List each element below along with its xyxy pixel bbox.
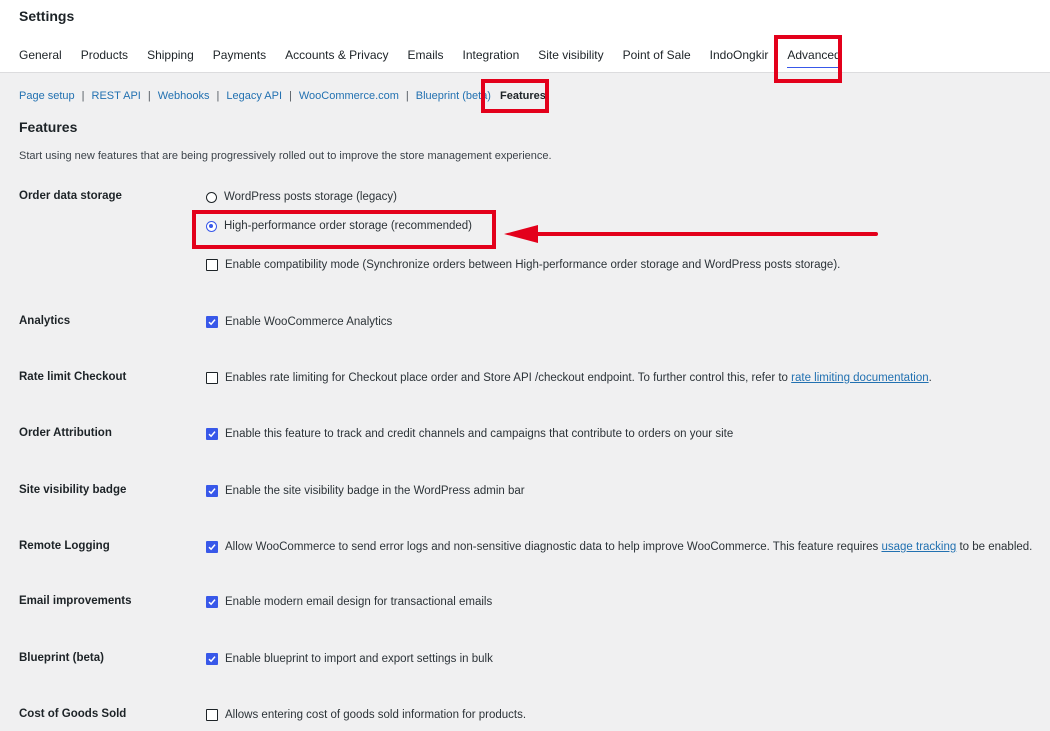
tab-shipping[interactable]: Shipping [147, 48, 194, 68]
check-icon [208, 488, 216, 495]
subnav-blueprint[interactable]: Blueprint (beta) [416, 90, 491, 102]
site-visibility-badge-label: Site visibility badge [19, 484, 127, 496]
page-title: Settings [19, 8, 75, 24]
subnav-legacy-api[interactable]: Legacy API [226, 90, 282, 102]
tab-products[interactable]: Products [81, 48, 128, 68]
option-cogs-label: Allows entering cost of goods sold infor… [225, 709, 527, 721]
option-posts-storage[interactable]: WordPress posts storage (legacy) [206, 191, 397, 203]
check-icon [208, 599, 216, 606]
check-icon [208, 319, 216, 326]
checkbox-rate-limit[interactable] [206, 372, 218, 384]
advanced-subnav: Page setup | REST API | Webhooks | Legac… [19, 90, 546, 102]
checkbox-site-visibility-badge[interactable] [206, 485, 218, 497]
option-hpos[interactable]: High-performance order storage (recommen… [206, 220, 472, 232]
tab-payments[interactable]: Payments [213, 48, 266, 68]
subnav-rest-api[interactable]: REST API [92, 90, 141, 102]
subnav-features-current: Features [499, 90, 546, 102]
option-blueprint[interactable]: Enable blueprint to import and export se… [206, 653, 493, 665]
blueprint-label: Blueprint (beta) [19, 652, 104, 664]
check-icon [208, 656, 216, 663]
cogs-label: Cost of Goods Sold [19, 708, 127, 720]
option-site-visibility-badge[interactable]: Enable the site visibility badge in the … [206, 485, 525, 497]
option-posts-storage-label: WordPress posts storage (legacy) [224, 191, 397, 203]
rate-limit-label: Rate limit Checkout [19, 371, 127, 383]
subnav-separator: | [147, 90, 151, 102]
tab-accounts-privacy[interactable]: Accounts & Privacy [285, 48, 388, 68]
subnav-separator: | [81, 90, 85, 102]
subnav-separator: | [405, 90, 409, 102]
tab-general[interactable]: General [19, 48, 62, 68]
checkbox-cogs[interactable] [206, 709, 218, 721]
subnav-separator: | [216, 90, 220, 102]
radio-hpos[interactable] [206, 220, 217, 232]
option-rate-limit[interactable]: Enables rate limiting for Checkout place… [206, 372, 932, 384]
subnav-separator: | [289, 90, 292, 102]
checkbox-email-improvements[interactable] [206, 596, 218, 608]
checkbox-compatibility-mode[interactable] [206, 259, 218, 271]
option-blueprint-label: Enable blueprint to import and export se… [225, 653, 493, 665]
subnav-page-setup[interactable]: Page setup [19, 90, 75, 102]
order-data-storage-label: Order data storage [19, 190, 122, 202]
check-icon [208, 544, 216, 551]
settings-tabs: General Products Shipping Payments Accou… [19, 48, 860, 68]
order-attribution-label: Order Attribution [19, 427, 112, 439]
analytics-label: Analytics [19, 315, 71, 327]
option-email-improvements-label: Enable modern email design for transacti… [225, 596, 493, 608]
option-compatibility-mode-label: Enable compatibility mode (Synchronize o… [225, 259, 841, 271]
checkbox-order-attribution[interactable] [206, 428, 218, 440]
subnav-woocommerce-com[interactable]: WooCommerce.com [299, 90, 399, 102]
remote-logging-label: Remote Logging [19, 540, 110, 552]
option-site-visibility-badge-label: Enable the site visibility badge in the … [225, 485, 525, 497]
radio-posts-storage[interactable] [206, 191, 217, 203]
section-title: Features [19, 119, 78, 135]
remote-logging-suffix: to be enabled. [959, 541, 1033, 553]
checkbox-analytics[interactable] [206, 316, 218, 328]
tab-indoongkir[interactable]: IndoOngkir [710, 48, 769, 68]
option-email-improvements[interactable]: Enable modern email design for transacti… [206, 596, 492, 608]
option-cogs[interactable]: Allows entering cost of goods sold infor… [206, 709, 526, 721]
tab-emails[interactable]: Emails [408, 48, 444, 68]
tab-point-of-sale[interactable]: Point of Sale [623, 48, 691, 68]
rate-limiting-documentation-link[interactable]: rate limiting documentation [791, 372, 928, 384]
tab-site-visibility[interactable]: Site visibility [538, 48, 603, 68]
checkbox-blueprint[interactable] [206, 653, 218, 665]
option-remote-logging[interactable]: Allow WooCommerce to send error logs and… [206, 541, 1032, 553]
option-analytics-label: Enable WooCommerce Analytics [225, 316, 393, 328]
option-order-attribution-label: Enable this feature to track and credit … [225, 428, 734, 440]
option-hpos-label: High-performance order storage (recommen… [224, 220, 472, 232]
tab-integration[interactable]: Integration [463, 48, 520, 68]
checkbox-remote-logging[interactable] [206, 541, 218, 553]
option-analytics[interactable]: Enable WooCommerce Analytics [206, 316, 392, 328]
email-improvements-label: Email improvements [19, 595, 132, 607]
settings-header: Settings General Products Shipping Payme… [0, 0, 1050, 73]
check-icon [208, 431, 216, 438]
subnav-webhooks[interactable]: Webhooks [158, 90, 210, 102]
tab-advanced[interactable]: Advanced [787, 48, 841, 68]
usage-tracking-link[interactable]: usage tracking [881, 541, 956, 553]
rate-limit-suffix: . [928, 372, 932, 384]
option-remote-logging-label: Allow WooCommerce to send error logs and… [225, 541, 879, 553]
option-compatibility-mode[interactable]: Enable compatibility mode (Synchronize o… [206, 259, 840, 271]
option-order-attribution[interactable]: Enable this feature to track and credit … [206, 428, 733, 440]
section-description: Start using new features that are being … [19, 150, 552, 162]
annotation-arrow-icon [504, 225, 878, 243]
option-rate-limit-label: Enables rate limiting for Checkout place… [225, 372, 788, 384]
